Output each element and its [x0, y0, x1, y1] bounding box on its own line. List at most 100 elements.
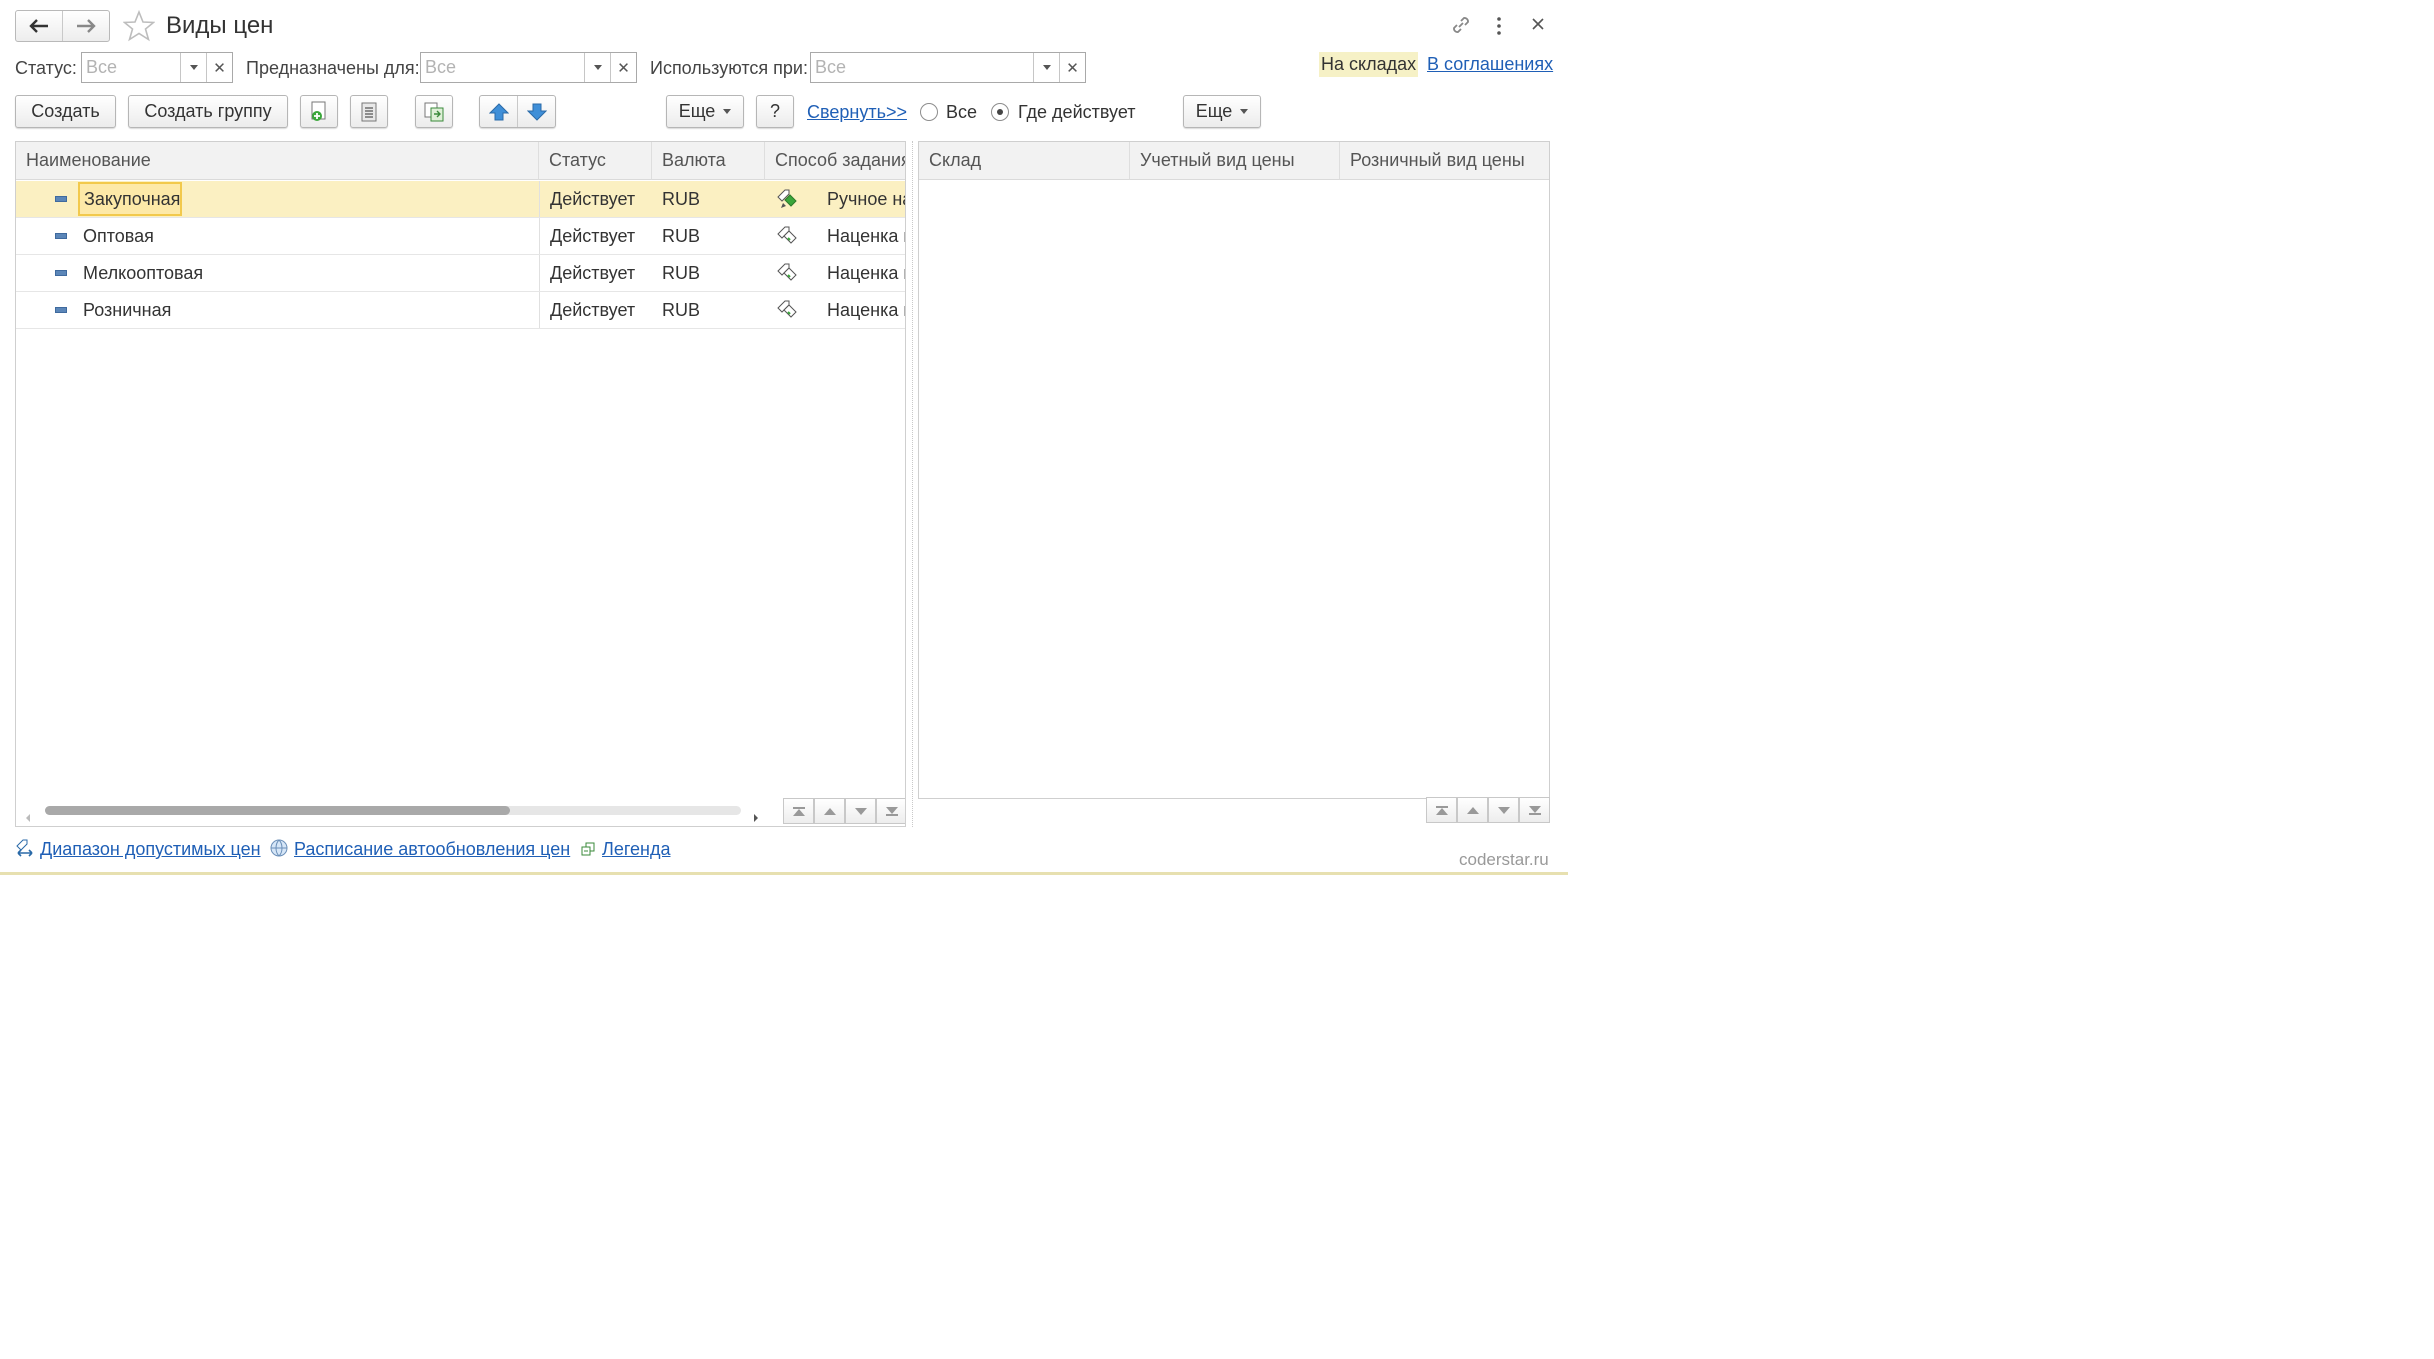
tab-warehouses[interactable]: На складах [1319, 52, 1419, 77]
copy-item-button[interactable] [300, 95, 338, 128]
used-filter-field[interactable]: Все ✕ [810, 52, 1086, 83]
chevron-down-icon [593, 65, 602, 70]
table-row[interactable]: Закупочная Действует RUB Ручное на [16, 181, 906, 218]
scroll-bottom-icon [1528, 805, 1541, 813]
change-selected-button[interactable] [415, 95, 453, 128]
radio-where-label[interactable]: Где действует [1018, 102, 1136, 123]
row-status: Действует [539, 181, 652, 217]
status-clear-button[interactable]: ✕ [206, 53, 232, 82]
scrollbar-thumb[interactable] [45, 806, 510, 815]
clear-icon: ✕ [617, 59, 630, 77]
item-minus-icon [55, 270, 67, 276]
page-title: Виды цен [166, 12, 274, 39]
row-method: Наценка н [827, 225, 906, 246]
radio-all[interactable] [920, 103, 938, 121]
create-button[interactable]: Создать [15, 95, 116, 128]
right-scroll-to-bottom-button[interactable] [1519, 797, 1550, 823]
column-header-currency[interactable]: Валюта [652, 142, 765, 180]
right-scroll-up-button[interactable] [1457, 797, 1488, 823]
used-clear-button[interactable]: ✕ [1059, 53, 1085, 82]
clear-icon: ✕ [213, 59, 226, 77]
row-currency: RUB [662, 225, 701, 246]
arrow-right-icon [77, 19, 96, 33]
add-document-icon [311, 101, 326, 121]
markup-price-icon [776, 225, 798, 252]
used-dropdown-button[interactable] [1033, 53, 1059, 82]
purpose-filter-value[interactable]: Все [421, 53, 584, 82]
row-currency: RUB [662, 262, 701, 283]
column-header-accounting-price[interactable]: Учетный вид цены [1130, 142, 1340, 180]
autoupdate-schedule-link[interactable]: Расписание автообновления цен [294, 839, 570, 860]
row-currency: RUB [662, 188, 701, 209]
row-name: Оптовая [83, 225, 154, 246]
forward-button[interactable] [62, 11, 109, 41]
bar-icon [1528, 812, 1541, 815]
arrow-down-icon [526, 103, 547, 121]
row-status: Действует [539, 292, 652, 328]
row-method: Ручное на [827, 188, 906, 209]
manual-price-icon [776, 188, 798, 215]
row-method: Наценка н [827, 262, 906, 283]
navigation-buttons [15, 10, 110, 42]
column-header-name[interactable]: Наименование [16, 142, 539, 180]
scroll-to-top-button[interactable] [783, 798, 814, 824]
more-button[interactable]: Еще [666, 95, 744, 128]
column-header-warehouse[interactable]: Склад [919, 142, 1130, 180]
legend-link[interactable]: Легенда [602, 839, 670, 860]
arrow-up-icon [488, 102, 509, 120]
purpose-filter-field[interactable]: Все ✕ [420, 52, 637, 83]
legend-icon [580, 841, 596, 862]
scroll-down-icon [1497, 806, 1510, 814]
panel-splitter[interactable] [912, 141, 913, 827]
favorite-star-icon[interactable] [122, 9, 156, 47]
link-icon[interactable] [1450, 14, 1472, 41]
item-minus-icon [55, 196, 67, 202]
list-button[interactable] [350, 95, 388, 128]
status-filter-field[interactable]: Все ✕ [81, 52, 233, 83]
status-filter-value[interactable]: Все [82, 53, 180, 82]
scroll-down-icon [854, 807, 867, 815]
scroll-left-icon[interactable] [24, 807, 32, 826]
help-button[interactable]: ? [756, 95, 794, 128]
markup-price-icon [776, 299, 798, 326]
scroll-up-icon [1466, 806, 1479, 814]
purpose-dropdown-button[interactable] [584, 53, 610, 82]
clear-icon: ✕ [1066, 59, 1079, 77]
back-button[interactable] [16, 11, 62, 41]
warehouses-table: Склад Учетный вид цены Розничный вид цен… [918, 141, 1550, 799]
right-scroll-to-top-button[interactable] [1426, 797, 1457, 823]
scroll-right-icon[interactable] [752, 807, 760, 826]
status-dropdown-button[interactable] [180, 53, 206, 82]
column-header-retail-price[interactable]: Розничный вид цены [1340, 142, 1549, 180]
column-header-status[interactable]: Статус [539, 142, 652, 180]
table-row[interactable]: Мелкооптовая Действует RUB Наценка н [16, 255, 906, 292]
more-vertical-icon[interactable] [1494, 16, 1504, 41]
radio-where-active[interactable] [991, 103, 1009, 121]
tab-agreements[interactable]: В соглашениях [1427, 54, 1553, 75]
table-row[interactable]: Оптовая Действует RUB Наценка н [16, 218, 906, 255]
right-scroll-down-button[interactable] [1488, 797, 1519, 823]
edit-list-icon [424, 102, 444, 121]
move-up-button[interactable] [480, 96, 518, 127]
row-status: Действует [539, 218, 652, 254]
create-group-button[interactable]: Создать группу [128, 95, 288, 128]
table-row[interactable]: Розничная Действует RUB Наценка н [16, 292, 905, 329]
collapse-link[interactable]: Свернуть>> [807, 102, 907, 123]
radio-all-label[interactable]: Все [946, 102, 977, 123]
price-range-link[interactable]: Диапазон допустимых цен [40, 839, 261, 860]
scroll-bottom-icon [885, 806, 898, 814]
row-name[interactable]: Закупочная [78, 182, 182, 216]
scroll-up-button[interactable] [814, 798, 845, 824]
column-header-method[interactable]: Способ задания [765, 142, 905, 180]
watermark: coderstar.ru [1459, 850, 1549, 869]
scroll-down-button[interactable] [845, 798, 876, 824]
right-more-button[interactable]: Еще [1183, 95, 1261, 128]
move-buttons-group [479, 95, 556, 128]
scroll-to-bottom-button[interactable] [876, 798, 905, 824]
move-down-button[interactable] [518, 96, 555, 127]
used-filter-value[interactable]: Все [811, 53, 1033, 82]
horizontal-scrollbar[interactable] [45, 806, 741, 815]
close-icon[interactable] [1530, 16, 1546, 37]
purpose-clear-button[interactable]: ✕ [610, 53, 636, 82]
scroll-up-icon [823, 807, 836, 815]
